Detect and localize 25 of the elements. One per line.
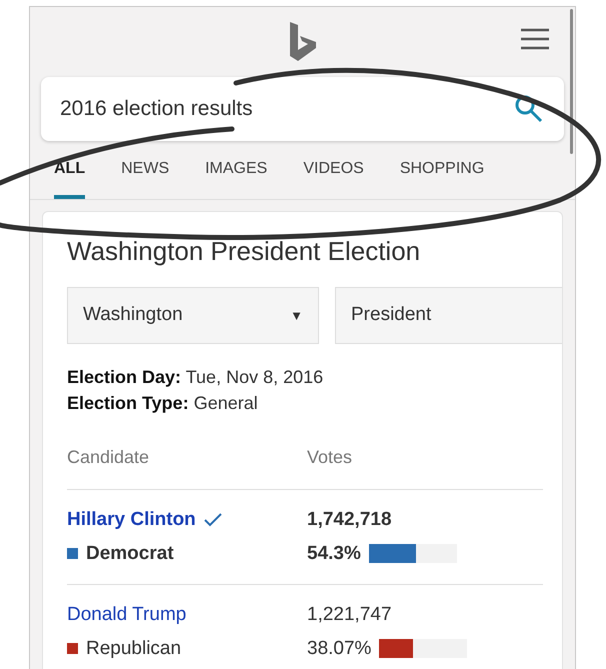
tab[interactable]: SHOPPING — [400, 157, 484, 199]
party-name: Republican — [86, 636, 182, 660]
search-icon[interactable] — [513, 93, 545, 125]
candidate-link[interactable]: Donald Trump — [67, 601, 186, 630]
logo-icon[interactable] — [288, 22, 318, 62]
tab[interactable]: VIDEOS — [303, 157, 364, 199]
vote-count: 1,742,718 — [307, 508, 393, 532]
dropdown[interactable]: Washington ▼ — [67, 287, 319, 344]
vote-count: 1,221,747 — [307, 603, 393, 627]
tab[interactable]: IMAGES — [205, 157, 268, 199]
menu-icon[interactable] — [520, 28, 550, 50]
column-header: Votes — [307, 446, 352, 469]
column-header: Candidate — [67, 446, 150, 469]
tab[interactable]: NEWS — [121, 157, 170, 199]
candidate-link[interactable]: Hillary Clinton — [67, 506, 196, 534]
card-title: Washington President Election — [67, 235, 422, 268]
vote-percent: 54.3% — [307, 542, 361, 566]
dropdown[interactable]: President — [335, 287, 562, 344]
search-field[interactable]: 2016 election results — [41, 77, 564, 141]
tab[interactable]: ALL — [54, 157, 86, 199]
vote-percent: 38.07% — [307, 636, 372, 660]
election-fact: Election Day: Tue, Nov 8, 2016 — [67, 366, 324, 389]
party-name: Democrat — [86, 542, 174, 566]
check-icon — [204, 513, 222, 528]
election-fact: Election Type: General — [67, 392, 259, 415]
